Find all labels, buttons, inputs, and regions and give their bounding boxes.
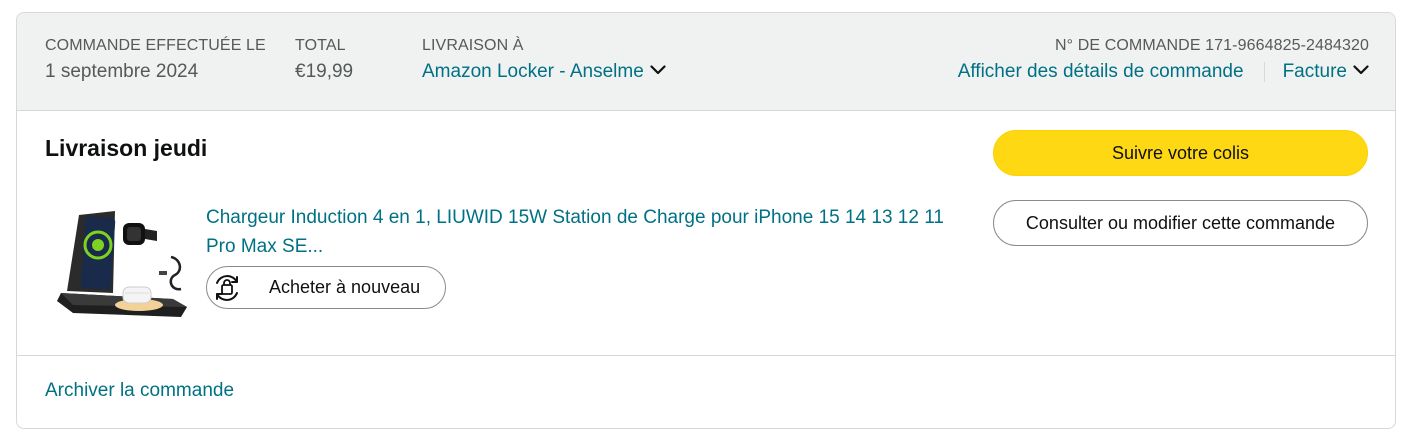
- section-divider: [17, 355, 1395, 356]
- order-date-col: COMMANDE EFFECTUÉE LE 1 septembre 2024: [45, 37, 266, 83]
- order-header: COMMANDE EFFECTUÉE LE 1 septembre 2024 T…: [17, 13, 1395, 111]
- order-date-value: 1 septembre 2024: [45, 61, 199, 82]
- ship-to-label: LIVRAISON À: [422, 37, 524, 54]
- ship-to-col: LIVRAISON À Amazon Locker - Anselme: [422, 37, 666, 83]
- invoice-label: Facture: [1282, 61, 1347, 82]
- delivery-status-title: Livraison jeudi: [45, 135, 208, 161]
- link-separator: [1263, 61, 1265, 82]
- order-number-col: N° DE COMMANDE 171-9664825-2484320 Affic…: [958, 37, 1369, 83]
- buy-again-button[interactable]: Acheter à nouveau: [206, 266, 446, 309]
- order-date-label: COMMANDE EFFECTUÉE LE: [45, 37, 266, 54]
- ship-to-dropdown[interactable]: Amazon Locker - Anselme: [422, 61, 666, 83]
- chevron-down-icon: [650, 65, 666, 75]
- archive-order-link[interactable]: Archiver la commande: [45, 380, 234, 402]
- product-image[interactable]: [53, 201, 193, 329]
- product-title-link[interactable]: Chargeur Induction 4 en 1, LIUWID 15W St…: [206, 203, 966, 261]
- order-total-value: €19,99: [295, 61, 354, 82]
- order-total-col: TOTAL €19,99: [295, 37, 353, 83]
- order-total-label: TOTAL: [295, 37, 346, 54]
- invoice-dropdown[interactable]: Facture: [1283, 61, 1369, 82]
- view-modify-order-button[interactable]: Consulter ou modifier cette commande: [993, 200, 1368, 246]
- order-details-link[interactable]: Afficher des détails de commande: [958, 61, 1244, 82]
- order-card: COMMANDE EFFECTUÉE LE 1 septembre 2024 T…: [16, 12, 1396, 429]
- track-package-button[interactable]: Suivre votre colis: [993, 130, 1368, 176]
- buy-again-label: Acheter à nouveau: [269, 277, 421, 297]
- buy-again-cycle-icon: [216, 275, 238, 301]
- ship-to-value: Amazon Locker - Anselme: [422, 61, 644, 82]
- order-number-label: N° DE COMMANDE 171-9664825-2484320: [1055, 37, 1369, 54]
- chevron-down-icon: [1353, 65, 1369, 75]
